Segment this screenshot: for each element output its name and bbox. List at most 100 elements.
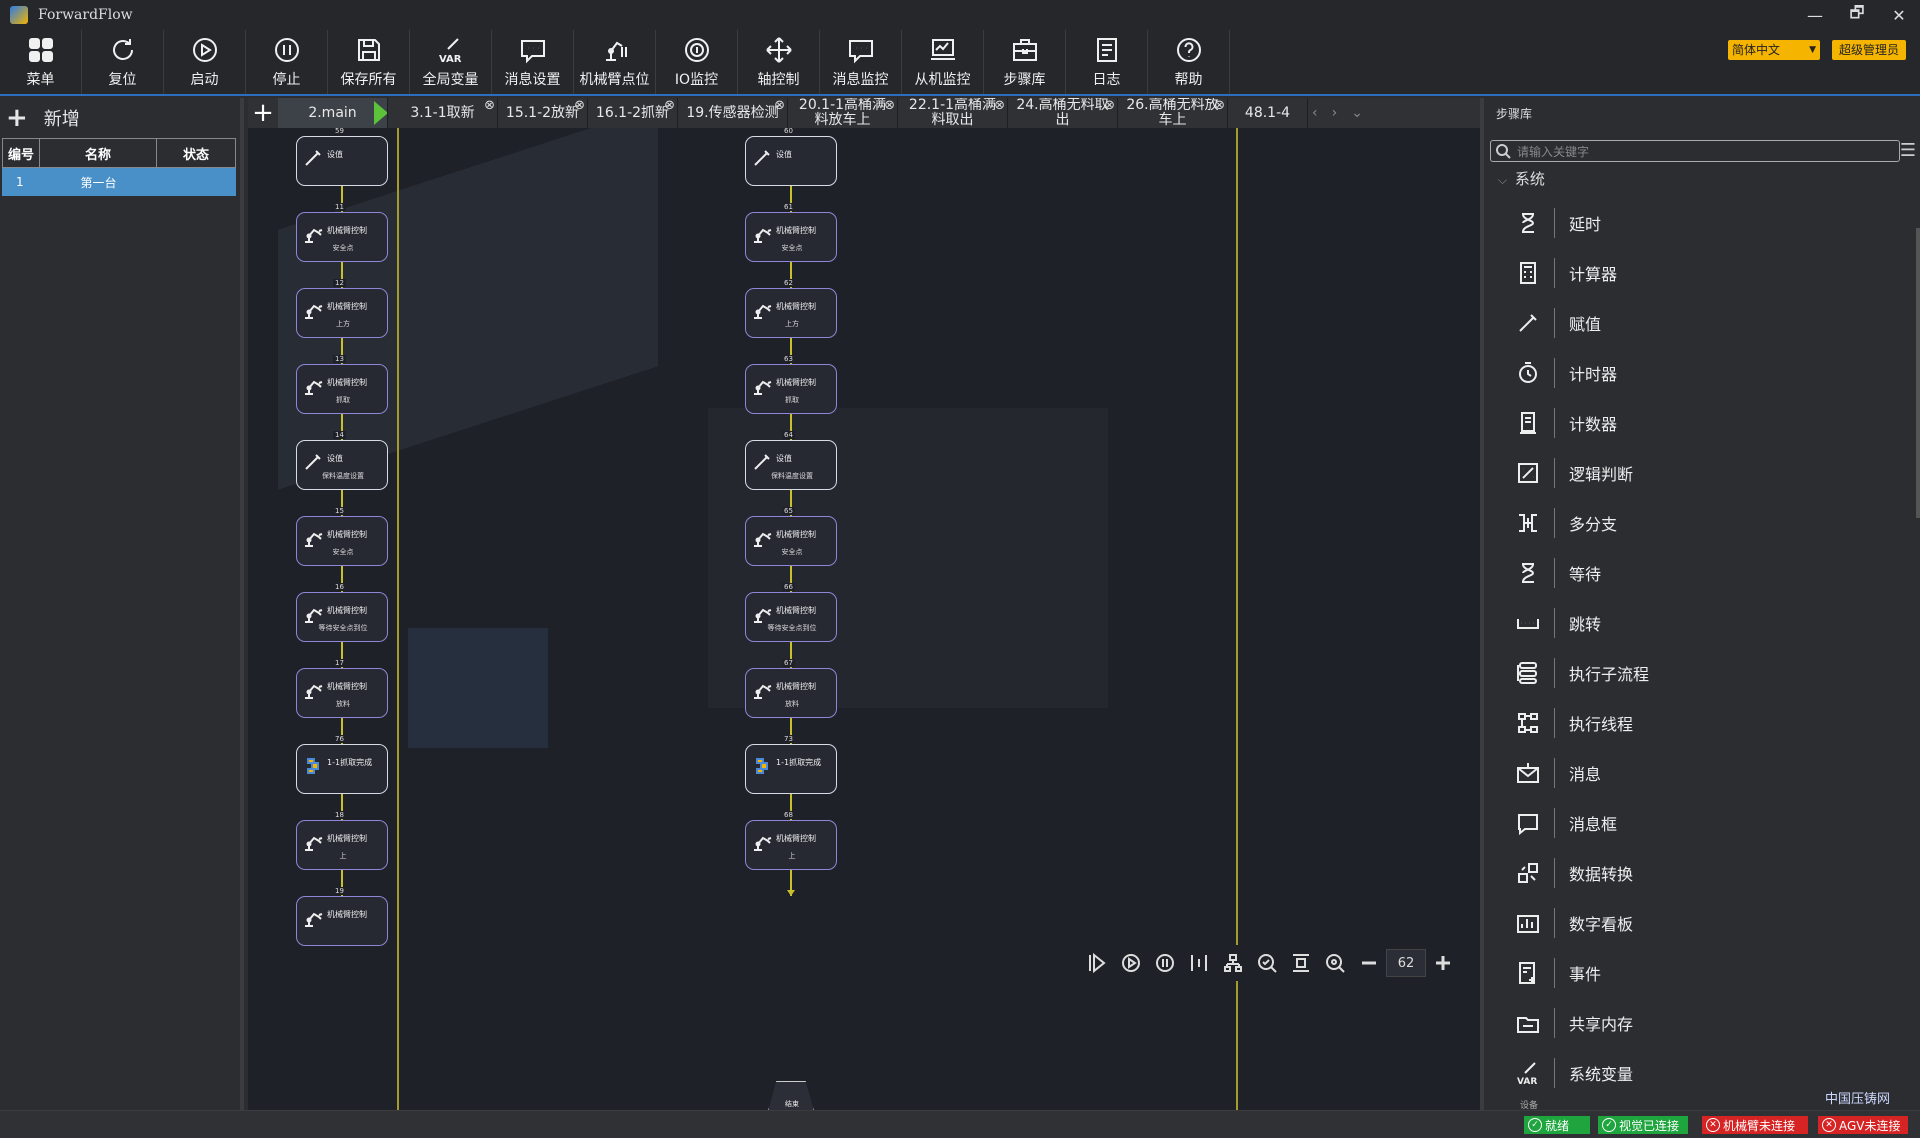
flow-node[interactable]: 67 机械臂控制 放料 (745, 659, 837, 718)
flow-node[interactable]: 14 设值 保料温度设置 (296, 431, 388, 490)
tab-close-icon[interactable]: ⊗ (884, 98, 895, 113)
flow-node[interactable]: 64 设值 保料温度设置 (745, 431, 837, 490)
step-item[interactable]: 延时 (1510, 198, 1649, 248)
flow-node[interactable]: 62 机械臂控制 上方 (745, 279, 837, 338)
step-item[interactable]: 计算器 (1510, 248, 1649, 298)
tab-close-icon[interactable]: ⊗ (574, 98, 585, 113)
flow-node[interactable]: 12 机械臂控制 上方 (296, 279, 388, 338)
distribute-button[interactable] (1284, 948, 1318, 978)
tab-2[interactable]: 15.1-2放新 ⊗ (498, 98, 588, 128)
step-search-input[interactable]: 请输入关键字 (1490, 140, 1900, 162)
step-item[interactable]: 事件 (1510, 948, 1649, 998)
toolbar-start-button[interactable]: 启动 (164, 30, 246, 94)
flow-node[interactable]: 63 机械臂控制 抓取 (745, 355, 837, 414)
breakpoint-button[interactable] (1182, 948, 1216, 978)
flow-node[interactable]: 13 机械臂控制 抓取 (296, 355, 388, 414)
flow-node[interactable]: 19 机械臂控制 (296, 887, 388, 946)
zoom-level-input[interactable]: 62 (1386, 949, 1426, 977)
flow-node[interactable]: 16 机械臂控制 等待安全点到位 (296, 583, 388, 642)
tab-0[interactable]: 2.main (278, 98, 388, 128)
column-header-name[interactable]: 名称 (40, 139, 158, 167)
step-item[interactable]: 跳转 (1510, 598, 1649, 648)
tab-close-icon[interactable]: ⊗ (994, 98, 1005, 113)
toolbar-io-monitor-button[interactable]: IO监控 (656, 30, 738, 94)
tab-close-icon[interactable]: ⊗ (1104, 98, 1115, 113)
tab-close-icon[interactable]: ⊗ (484, 98, 495, 113)
tab-scroll-left-icon[interactable]: ‹ (1312, 105, 1318, 121)
step-item[interactable]: 计时器 (1510, 348, 1649, 398)
tab-6[interactable]: 22.1-1高桶满 料取出 ⊗ (898, 98, 1008, 128)
toolbar-reset-button[interactable]: 复位 (82, 30, 164, 94)
step-item[interactable]: 共享内存 (1510, 998, 1649, 1048)
toolbar-message-monitor-button[interactable]: 消息监控 (820, 30, 902, 94)
run-button[interactable] (1114, 948, 1148, 978)
flow-node[interactable]: 59 设值 (296, 128, 388, 186)
locate-button[interactable] (1318, 948, 1352, 978)
flow-node[interactable]: 11 机械臂控制 安全点 (296, 203, 388, 262)
flow-node[interactable]: 18 机械臂控制上 (296, 811, 388, 870)
tab-5[interactable]: 20.1-1高桶满 料放车上 ⊗ (788, 98, 898, 128)
user-role-badge[interactable]: 超级管理员 (1832, 40, 1906, 60)
toolbar-global-var-button[interactable]: VAR 全局变量 (410, 30, 492, 94)
run-step-button[interactable] (1080, 948, 1114, 978)
language-select[interactable]: 简体中文 (1728, 40, 1820, 60)
toolbar-message-settings-button[interactable]: 消息设置 (492, 30, 574, 94)
step-item[interactable]: 计数器 (1510, 398, 1649, 448)
step-item[interactable]: 逻辑判断 (1510, 448, 1649, 498)
tab-9[interactable]: 48.1-4 (1228, 98, 1308, 128)
zoom-fit-button[interactable] (1250, 948, 1284, 978)
flow-end-node[interactable]: 结束 58 (768, 1081, 814, 1110)
hamburger-menu-icon[interactable]: ☰ (1900, 140, 1916, 161)
column-header-status[interactable]: 状态 (157, 139, 235, 167)
tab-list-chevron-down-icon[interactable]: ⌄ (1351, 105, 1363, 121)
add-tab-button[interactable]: + (248, 98, 278, 128)
step-list-scrollbar[interactable] (1916, 228, 1920, 518)
toolbar-step-library-button[interactable]: 步骤库 (984, 30, 1066, 94)
align-button[interactable] (1216, 948, 1250, 978)
tab-4[interactable]: 19.传感器检测 ⊗ (678, 98, 788, 128)
toolbar-menu-button[interactable]: 菜单 (0, 30, 82, 94)
tab-1[interactable]: 3.1-1取新 ⊗ (388, 98, 498, 128)
maximize-button[interactable]: 🗗 (1836, 0, 1878, 30)
step-item[interactable]: 数字看板 (1510, 898, 1649, 948)
minimize-button[interactable]: — (1794, 0, 1836, 30)
flow-node[interactable]: 68 机械臂控制上 (745, 811, 837, 870)
step-item[interactable]: 多分支 (1510, 498, 1649, 548)
tab-scroll-right-icon[interactable]: › (1332, 105, 1338, 121)
flow-node[interactable]: 73 1-1抓取完成 (745, 735, 837, 794)
tab-3[interactable]: 16.1-2抓新 ⊗ (588, 98, 678, 128)
step-item[interactable]: 消息 (1510, 748, 1649, 798)
toolbar-stop-button[interactable]: 停止 (246, 30, 328, 94)
step-item[interactable]: 消息框 (1510, 798, 1649, 848)
toolbar-help-button[interactable]: 帮助 (1148, 30, 1230, 94)
step-item[interactable]: 执行线程 (1510, 698, 1649, 748)
add-device-button[interactable]: + 新增 (0, 98, 240, 138)
step-item[interactable]: 执行子流程 (1510, 648, 1649, 698)
flow-node[interactable]: 66 机械臂控制 等待安全点到位 (745, 583, 837, 642)
step-item[interactable]: 赋值 (1510, 298, 1649, 348)
step-item[interactable]: 等待 (1510, 548, 1649, 598)
flow-node[interactable]: 76 1-1抓取完成 (296, 735, 388, 794)
tab-close-icon[interactable]: ⊗ (664, 98, 675, 113)
toolbar-robot-points-button[interactable]: 机械臂点位 (574, 30, 656, 94)
toolbar-save-all-button[interactable]: 保存所有 (328, 30, 410, 94)
pause-button[interactable] (1148, 948, 1182, 978)
table-row[interactable]: 1 第一台 (2, 168, 236, 196)
flow-node[interactable]: 17 机械臂控制 放料 (296, 659, 388, 718)
tab-7[interactable]: 24.高桶无料取 出 ⊗ (1008, 98, 1118, 128)
flow-node[interactable]: 15 机械臂控制 安全点 (296, 507, 388, 566)
tab-close-icon[interactable]: ⊗ (774, 98, 785, 113)
flow-node[interactable]: 65 机械臂控制 安全点 (745, 507, 837, 566)
step-item[interactable]: 数据转换 (1510, 848, 1649, 898)
toolbar-slave-monitor-button[interactable]: 从机监控 (902, 30, 984, 94)
zoom-out-button[interactable] (1352, 948, 1386, 978)
toolbar-log-button[interactable]: 日志 (1066, 30, 1148, 94)
flow-node[interactable]: 61 机械臂控制 安全点 (745, 203, 837, 262)
step-item[interactable]: VAR 系统变量 (1510, 1048, 1649, 1098)
tab-close-icon[interactable]: ⊗ (1214, 98, 1225, 113)
column-header-id[interactable]: 编号 (3, 139, 41, 167)
close-window-button[interactable]: ✕ (1878, 0, 1920, 30)
toolbar-axis-control-button[interactable]: 轴控制 (738, 30, 820, 94)
flow-node[interactable]: 60 设值 (745, 128, 837, 186)
zoom-in-button[interactable] (1426, 948, 1460, 978)
